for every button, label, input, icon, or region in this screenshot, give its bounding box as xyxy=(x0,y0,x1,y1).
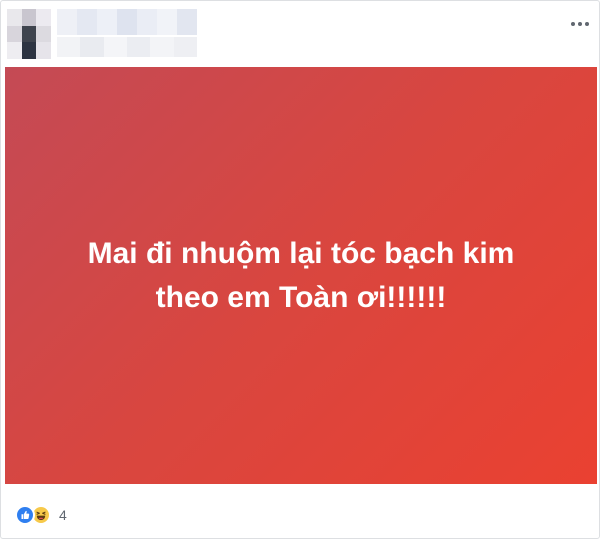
status-text-line: theo em Toàn ơi!!!!!! xyxy=(155,280,447,314)
avatar[interactable] xyxy=(7,9,51,59)
status-text: Mai đi nhuộm lại tóc bạch kim theo em To… xyxy=(41,232,561,320)
author-name-blurred[interactable] xyxy=(57,9,197,35)
status-text-line: Mai đi nhuộm lại tóc bạch kim xyxy=(87,236,515,270)
post-card: Mai đi nhuộm lại tóc bạch kim theo em To… xyxy=(0,0,600,539)
more-horizontal-icon-dot xyxy=(585,22,589,26)
more-options-button[interactable] xyxy=(567,15,593,33)
post-meta-blurred xyxy=(57,37,197,57)
more-horizontal-icon xyxy=(571,22,575,26)
post-header xyxy=(1,1,599,67)
reaction-count[interactable]: 4 xyxy=(59,507,67,523)
colored-status-background: Mai đi nhuộm lại tóc bạch kim theo em To… xyxy=(5,67,597,484)
reactions-bar: 4 xyxy=(1,495,599,539)
like-icon[interactable] xyxy=(15,505,35,525)
more-horizontal-icon-dot xyxy=(578,22,582,26)
